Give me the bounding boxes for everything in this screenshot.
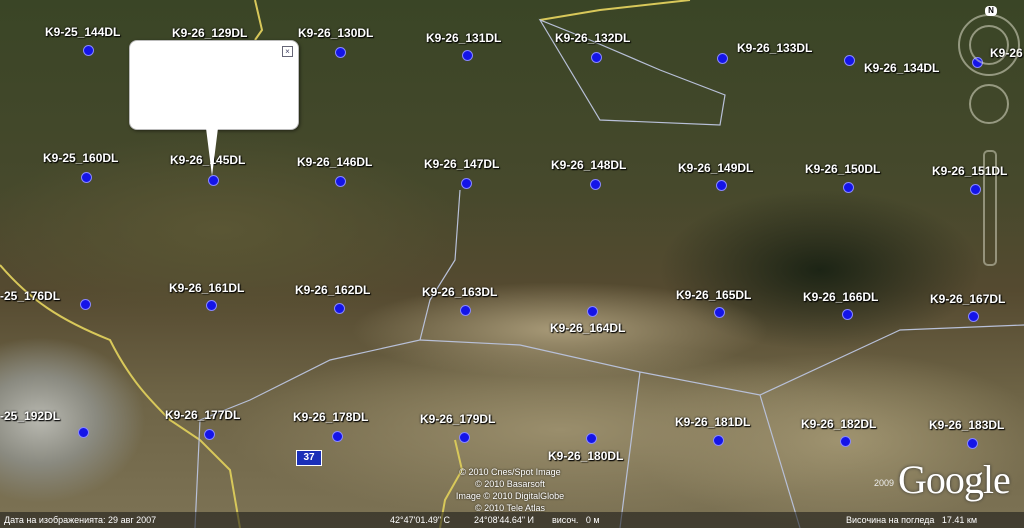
placemark-label[interactable]: K9-26_150DL (805, 162, 880, 176)
eye-altitude: Височина на погледа 17.41 км (846, 515, 978, 525)
placemark-icon[interactable] (716, 180, 727, 191)
elevation: височ. 0 м (552, 515, 600, 525)
admin-border (419, 324, 1024, 396)
placemark-label[interactable]: K9-26_163DL (422, 285, 497, 299)
placemark-label[interactable]: K9-26_183DL (929, 418, 1004, 432)
move-joystick[interactable] (969, 84, 1009, 124)
placemark-icon[interactable] (78, 427, 89, 438)
placemark-label[interactable]: -25_176DL (0, 289, 60, 303)
close-icon[interactable]: × (282, 46, 293, 57)
zoom-slider[interactable] (983, 150, 997, 266)
credit-line: © 2010 Basarsoft (475, 479, 545, 489)
placemark-icon[interactable] (335, 176, 346, 187)
placemark-label[interactable]: K9-25_144DL (45, 25, 120, 39)
placemark-label[interactable]: K9-26_147DL (424, 157, 499, 171)
placemark-icon[interactable] (717, 53, 728, 64)
placemark-icon[interactable] (840, 436, 851, 447)
road-sign-37: 37 (296, 450, 322, 466)
placemark-label[interactable]: K9-26_179DL (420, 412, 495, 426)
placemark-label[interactable]: K9-26_148DL (551, 158, 626, 172)
placemark-icon[interactable] (332, 431, 343, 442)
placemark-icon[interactable] (206, 300, 217, 311)
placemark-label[interactable]: K9-26_167DL (930, 292, 1005, 306)
placemark-icon[interactable] (968, 311, 979, 322)
placemark-label[interactable]: K9-26_131DL (426, 31, 501, 45)
placemark-icon[interactable] (842, 309, 853, 320)
placemark-label[interactable]: K9-26_129DL (172, 26, 247, 40)
imagery-date: Дата на изображенията: 29 авг 2007 (4, 515, 157, 525)
logo-year: 2009 (874, 478, 895, 488)
look-joystick[interactable] (969, 25, 1009, 65)
placemark-label[interactable]: K9-26_177DL (165, 408, 240, 422)
info-balloon: × (129, 40, 299, 176)
placemark-icon[interactable] (844, 55, 855, 66)
placemark-icon[interactable] (80, 299, 91, 310)
placemark-label[interactable]: K9-26_130DL (298, 26, 373, 40)
latitude: 42°47'01.49" С (390, 515, 451, 525)
placemark-label[interactable]: K9-26_165DL (676, 288, 751, 302)
road (0, 264, 241, 528)
placemark-icon[interactable] (461, 178, 472, 189)
balloon-pointer (206, 128, 218, 176)
credit-line: Image © 2010 DigitalGlobe (455, 491, 565, 501)
placemark-label[interactable]: K9-26_149DL (678, 161, 753, 175)
placemark-label[interactable]: K9-26_132DL (555, 31, 630, 45)
placemark-icon[interactable] (204, 429, 215, 440)
imagery-credits: © 2010 Cnes/Spot Image © 2010 Basarsoft … (440, 466, 580, 514)
placemark-icon[interactable] (967, 438, 978, 449)
placemark-icon[interactable] (843, 182, 854, 193)
placemark-icon[interactable] (587, 306, 598, 317)
placemark-label[interactable]: -25_192DL (0, 409, 60, 423)
placemark-icon[interactable] (586, 433, 597, 444)
placemark-label[interactable]: K9-26_182DL (801, 417, 876, 431)
placemark-label[interactable]: K9-26_162DL (295, 283, 370, 297)
placemark-icon[interactable] (460, 305, 471, 316)
credit-line: © 2010 Cnes/Spot Image (459, 467, 561, 477)
placemark-label[interactable]: K9-26_178DL (293, 410, 368, 424)
placemark-label[interactable]: K9-25_160DL (43, 151, 118, 165)
compass-north-icon[interactable]: N (985, 6, 997, 16)
placemark-icon[interactable] (334, 303, 345, 314)
satellite-map[interactable]: K9-25_144DL K9-26_129DL K9-26_130DL K9-26_1… (0, 0, 1024, 528)
road (539, 0, 691, 21)
placemark-icon[interactable] (335, 47, 346, 58)
longitude: 24°08'44.64" И (474, 515, 535, 525)
placemark-label[interactable]: K9-26_146DL (297, 155, 372, 169)
placemark-icon[interactable] (590, 179, 601, 190)
placemark-label[interactable]: K9-26_181DL (675, 415, 750, 429)
placemark-icon[interactable] (591, 52, 602, 63)
placemark-icon[interactable] (970, 184, 981, 195)
placemark-icon[interactable] (713, 435, 724, 446)
placemark-icon[interactable] (83, 45, 94, 56)
admin-border (619, 371, 801, 528)
placemark-label[interactable]: K9-26_164DL (550, 321, 625, 335)
placemark-label[interactable]: K9-26_133DL (737, 41, 812, 55)
placemark-icon[interactable] (459, 432, 470, 443)
status-bar: Дата на изображенията: 29 авг 2007 42°47… (0, 512, 1024, 528)
road (254, 0, 264, 41)
placemark-icon[interactable] (714, 307, 725, 318)
placemark-icon[interactable] (462, 50, 473, 61)
placemark-label[interactable]: K9-26_180DL (548, 449, 623, 463)
placemark-label[interactable]: K9-26_161DL (169, 281, 244, 295)
placemark-icon[interactable] (81, 172, 92, 183)
placemark-label[interactable]: K9-26_134DL (864, 61, 939, 75)
placemark-label[interactable]: K9-26_166DL (803, 290, 878, 304)
google-logo: Google (898, 457, 1011, 502)
placemark-icon[interactable] (208, 175, 219, 186)
